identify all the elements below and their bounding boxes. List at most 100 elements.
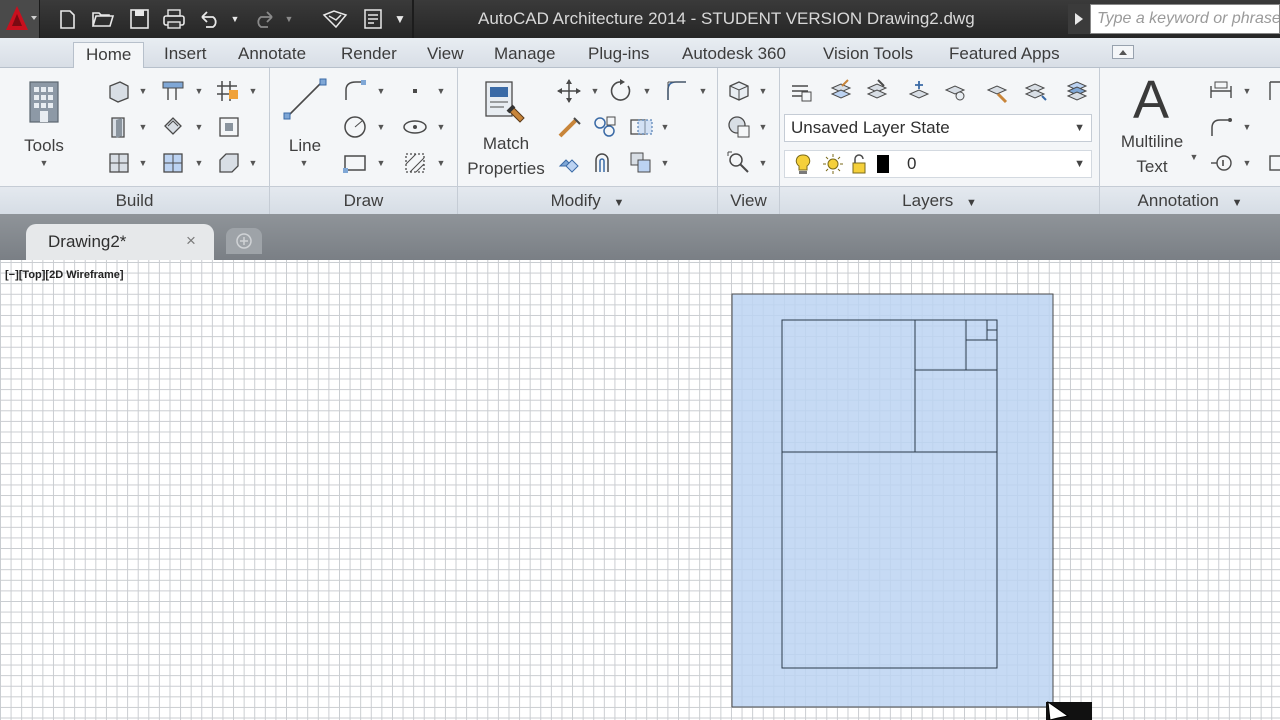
grid-dropdown-icon[interactable]: ▼ (248, 78, 258, 104)
layer-off-icon[interactable] (942, 78, 968, 104)
modify-panel-title[interactable]: Modify ▼ (458, 186, 717, 214)
stair-dropdown-icon[interactable]: ▼ (194, 78, 204, 104)
print-icon[interactable] (160, 7, 188, 31)
new-file-icon[interactable] (54, 7, 80, 31)
undo-icon[interactable] (196, 7, 224, 31)
draw-panel-title[interactable]: Draw (270, 186, 457, 214)
search-expand-icon[interactable] (1068, 4, 1090, 34)
rectangle-dropdown-icon[interactable]: ▼ (376, 150, 386, 176)
layers-panel-expand-icon[interactable]: ▼ (966, 197, 977, 209)
polyline-icon[interactable] (342, 78, 368, 104)
stretch-dropdown-icon[interactable]: ▼ (660, 114, 670, 140)
circle-dropdown-icon[interactable]: ▼ (376, 114, 386, 140)
column-icon[interactable] (216, 114, 242, 140)
array-dropdown-icon[interactable]: ▼ (660, 150, 670, 176)
close-icon[interactable]: × (186, 231, 196, 251)
tag-icon[interactable] (1208, 150, 1234, 176)
copy-icon[interactable] (592, 114, 618, 140)
wall-dropdown-icon[interactable]: ▼ (138, 78, 148, 104)
fillet-icon[interactable] (664, 78, 690, 104)
redo-dropdown-icon[interactable]: ▼ (282, 7, 296, 31)
zoom-icon[interactable] (726, 150, 752, 176)
point-icon[interactable] (402, 78, 428, 104)
ellipse-icon[interactable] (402, 114, 428, 140)
layer-freeze-icon[interactable] (906, 78, 932, 104)
properties-icon[interactable] (360, 7, 386, 31)
space-dropdown-icon[interactable]: ▼ (194, 150, 204, 176)
hatch-icon[interactable] (402, 150, 428, 176)
tab-home[interactable]: Home (73, 42, 145, 68)
move-icon[interactable] (556, 78, 582, 104)
layer-states-icon[interactable] (1064, 78, 1090, 104)
open-file-icon[interactable] (90, 7, 116, 31)
zoom-dropdown-icon[interactable]: ▼ (758, 150, 768, 176)
tab-featured-apps[interactable]: Featured Apps (949, 42, 1060, 68)
tag-dropdown-icon[interactable]: ▼ (1242, 150, 1252, 176)
window-icon[interactable] (106, 150, 132, 176)
drawing-canvas[interactable]: [−][Top][2D Wireframe] (0, 260, 1280, 720)
curtain-wall-dropdown-icon[interactable]: ▼ (194, 114, 204, 140)
array-icon[interactable] (628, 150, 654, 176)
tab-render[interactable]: Render (341, 42, 397, 68)
ribbon-minimize-button[interactable] (1112, 45, 1134, 59)
layer-unisolate-icon[interactable] (864, 78, 890, 104)
layer-properties-icon[interactable] (788, 78, 814, 104)
window-dropdown-icon[interactable]: ▼ (138, 150, 148, 176)
file-tab-drawing2[interactable]: Drawing2* × (26, 224, 214, 260)
view-cube-dropdown-icon[interactable]: ▼ (758, 78, 768, 104)
tab-autodesk-360[interactable]: Autodesk 360 (682, 42, 786, 68)
rectangle-icon[interactable] (342, 150, 368, 176)
door-icon[interactable] (106, 114, 132, 140)
move-dropdown-icon[interactable]: ▼ (590, 78, 600, 104)
line-dropdown-icon[interactable]: ▼ (299, 150, 309, 176)
stair-icon[interactable] (160, 78, 186, 104)
tab-plug-ins[interactable]: Plug-ins (588, 42, 649, 68)
tools-icon[interactable] (26, 78, 62, 126)
slab-dropdown-icon[interactable]: ▼ (248, 150, 258, 176)
view-cube-icon[interactable] (726, 78, 752, 104)
search-input[interactable]: Type a keyword or phrase (1090, 4, 1280, 34)
current-layer-dropdown[interactable]: 0 ▼ (784, 150, 1092, 178)
tab-manage[interactable]: Manage (494, 42, 555, 68)
new-tab-button[interactable] (226, 228, 262, 254)
layer-state-dropdown[interactable]: Unsaved Layer State ▼ (784, 114, 1092, 142)
tab-insert[interactable]: Insert (164, 42, 207, 68)
rotate-icon[interactable] (608, 78, 634, 104)
wall-icon[interactable] (106, 78, 132, 104)
mirror-icon[interactable] (556, 150, 582, 176)
multiline-text-dropdown-icon[interactable]: ▼ (1189, 144, 1199, 170)
annotation-panel-expand-icon[interactable]: ▼ (1232, 197, 1243, 209)
visual-style-icon[interactable] (726, 114, 752, 140)
trim-icon[interactable] (556, 114, 582, 140)
leader-dropdown-icon[interactable]: ▼ (1242, 114, 1252, 140)
annotation-panel-title[interactable]: Annotation ▼ (1100, 186, 1280, 214)
stretch-icon[interactable] (628, 114, 654, 140)
offset-icon[interactable] (592, 150, 618, 176)
undo-dropdown-icon[interactable]: ▼ (228, 7, 242, 31)
dimension-icon[interactable] (1208, 78, 1234, 104)
tab-annotate[interactable]: Annotate (238, 42, 306, 68)
circle-icon[interactable] (342, 114, 368, 140)
modify-panel-expand-icon[interactable]: ▼ (613, 197, 624, 209)
fillet-dropdown-icon[interactable]: ▼ (698, 78, 708, 104)
build-panel-title[interactable]: Build (0, 186, 269, 214)
hatch-dropdown-icon[interactable]: ▼ (436, 150, 446, 176)
visual-style-dropdown-icon[interactable]: ▼ (758, 114, 768, 140)
qat-customize-dropdown-icon[interactable]: ▼ (392, 7, 408, 31)
annotation-more-icon-1[interactable] (1264, 78, 1280, 104)
dimension-dropdown-icon[interactable]: ▼ (1242, 78, 1252, 104)
ellipse-dropdown-icon[interactable]: ▼ (436, 114, 446, 140)
polyline-dropdown-icon[interactable]: ▼ (376, 78, 386, 104)
curtain-wall-icon[interactable] (160, 114, 186, 140)
layer-walk-icon[interactable] (1022, 78, 1048, 104)
space-icon[interactable] (160, 150, 186, 176)
workspace-icon[interactable] (320, 7, 350, 31)
view-panel-title[interactable]: View (718, 186, 779, 214)
point-dropdown-icon[interactable]: ▼ (436, 78, 446, 104)
multiline-text-icon[interactable]: A (1118, 70, 1184, 130)
match-properties-icon[interactable] (482, 78, 530, 126)
rotate-dropdown-icon[interactable]: ▼ (642, 78, 652, 104)
viewport-controls[interactable]: [−][Top][2D Wireframe] (5, 269, 124, 281)
line-icon[interactable] (282, 76, 328, 122)
layer-match-icon[interactable] (984, 78, 1010, 104)
